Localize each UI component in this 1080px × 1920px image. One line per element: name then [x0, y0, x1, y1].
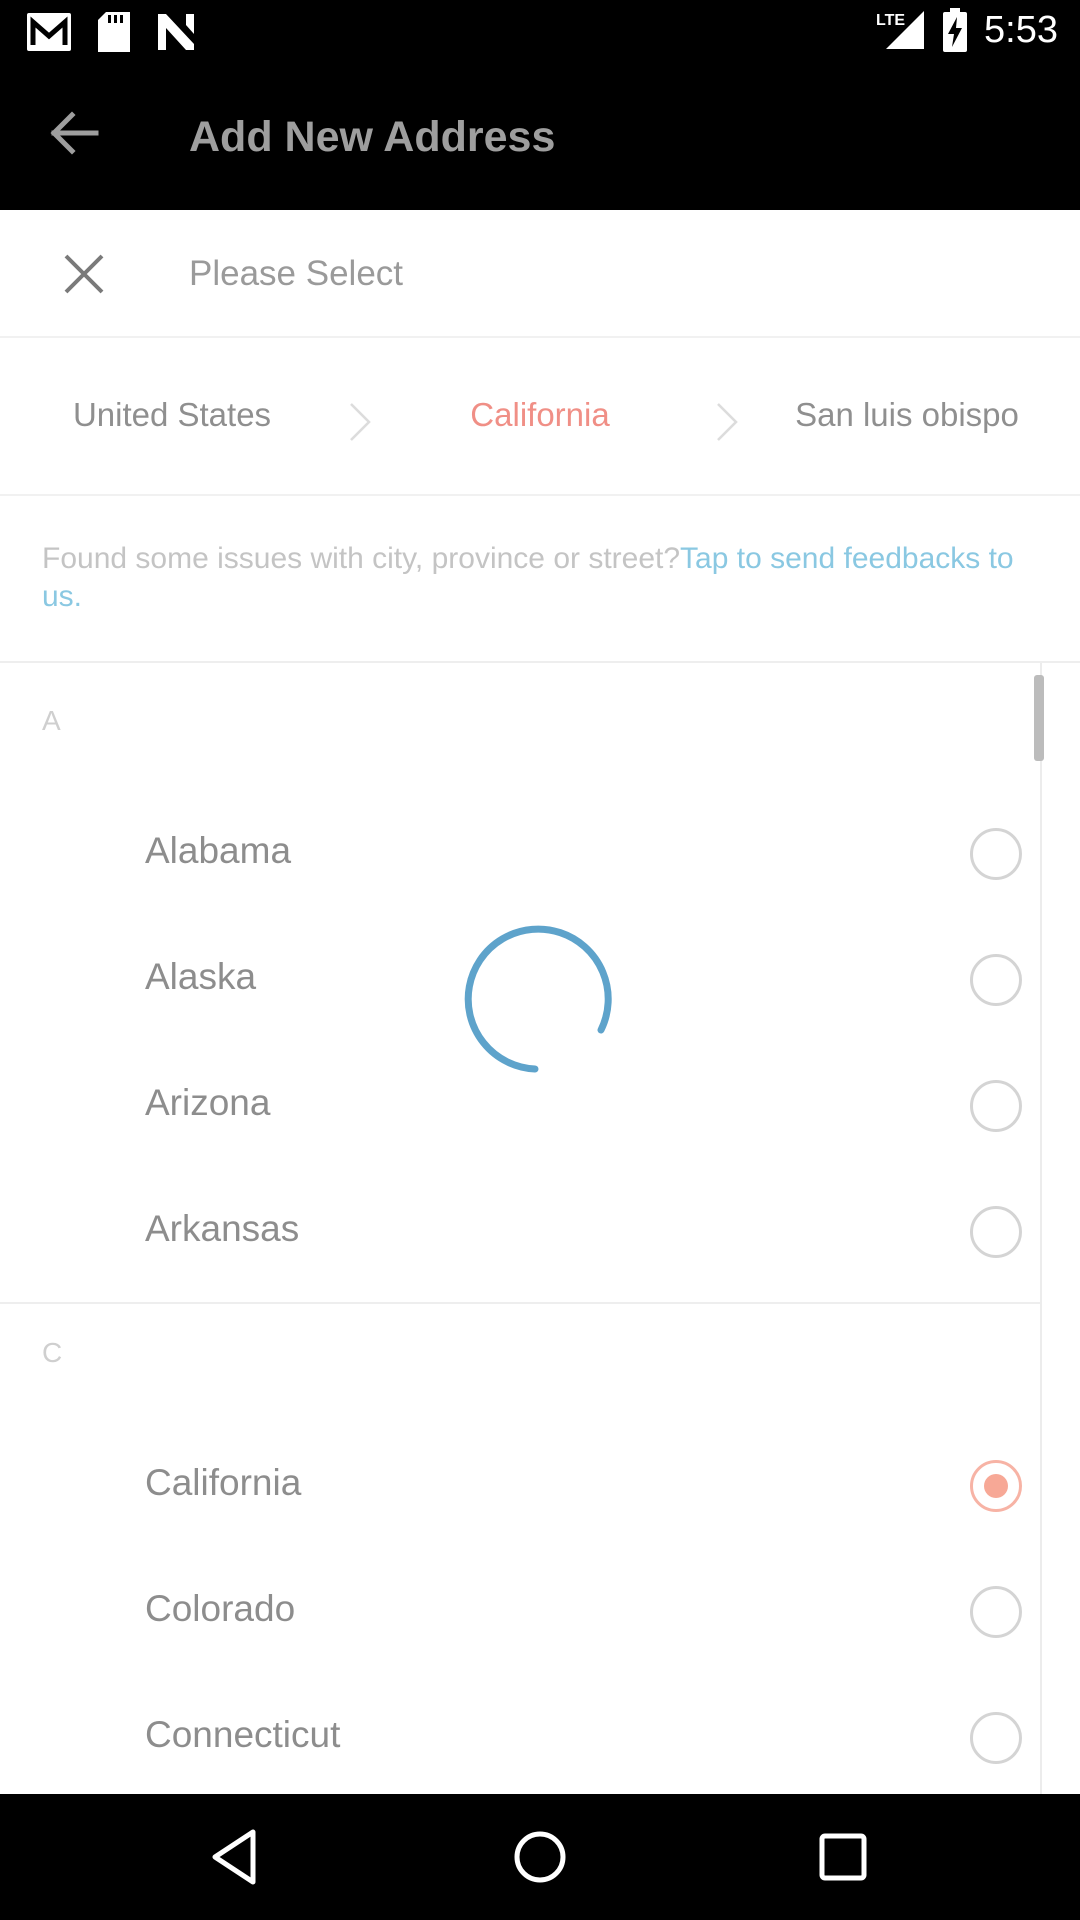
scrollbar-track [1040, 663, 1042, 1794]
list-item-label: Alabama [145, 830, 292, 871]
radio-button[interactable] [970, 1080, 1022, 1132]
sd-card-icon [98, 12, 130, 52]
list-item-alabama[interactable]: Alabama [0, 790, 1040, 916]
radio-button-selected[interactable] [970, 1460, 1022, 1512]
feedback-notice: Found some issues with city, province or… [42, 540, 1042, 616]
nav-home-icon[interactable] [507, 1824, 573, 1890]
list-item-arkansas[interactable]: Arkansas [0, 1168, 1040, 1294]
chevron-right-icon [717, 403, 738, 441]
sheet-title: Please Select [189, 254, 404, 293]
n-icon [158, 14, 194, 50]
sheet-header: Please Select [0, 210, 1080, 338]
radio-button[interactable] [970, 828, 1022, 880]
battery-charging-icon [943, 8, 968, 52]
scrollbar-thumb[interactable] [1034, 675, 1044, 761]
notification-icons [26, 12, 196, 52]
status-time: 5:53 [984, 8, 1058, 51]
radio-button[interactable] [970, 1206, 1022, 1258]
close-icon[interactable] [60, 250, 108, 298]
app-bar: Add New Address [0, 63, 1080, 210]
section-header-c: C [42, 1337, 63, 1368]
arrow-left-icon[interactable] [44, 103, 104, 163]
list-item-label: Arkansas [145, 1208, 300, 1249]
region-select-sheet: Please Select United States California S… [0, 210, 1080, 1794]
page-title: Add New Address [189, 113, 556, 161]
gmail-icon [27, 13, 71, 51]
list-item-label: California [145, 1462, 302, 1503]
radio-button[interactable] [970, 954, 1022, 1006]
system-nav-bar [0, 1794, 1080, 1920]
loading-spinner-icon [464, 925, 612, 1073]
radio-button[interactable] [970, 1586, 1022, 1638]
feedback-text: Found some issues with city, province or… [42, 542, 681, 575]
list-item-label: Connecticut [145, 1714, 341, 1755]
breadcrumb: United States California San luis obispo [0, 340, 1080, 496]
state-list[interactable]: A Alabama Alaska Arizona Arkansas C Cali… [0, 663, 1080, 1794]
list-item-label: Colorado [145, 1588, 296, 1629]
breadcrumb-state[interactable]: California [380, 396, 700, 434]
nav-back-icon[interactable] [205, 1824, 271, 1890]
list-item-connecticut[interactable]: Connecticut [0, 1674, 1040, 1794]
list-item-label: Arizona [145, 1082, 271, 1123]
section-divider [0, 1302, 1040, 1304]
chevron-right-icon [350, 403, 371, 441]
list-item-colorado[interactable]: Colorado [0, 1548, 1040, 1674]
breadcrumb-country[interactable]: United States [12, 396, 332, 434]
nav-recents-icon[interactable] [810, 1824, 876, 1890]
section-header-a: A [42, 705, 61, 736]
list-item-california[interactable]: California [0, 1422, 1040, 1548]
network-type-label: LTE [876, 12, 905, 29]
breadcrumb-city[interactable]: San luis obispo [747, 396, 1067, 434]
signal-icon: LTE [876, 11, 925, 49]
list-item-label: Alaska [145, 956, 257, 997]
system-icons: LTE 5:53 [876, 8, 1058, 52]
status-bar: LTE 5:53 [0, 0, 1080, 63]
radio-button[interactable] [970, 1712, 1022, 1764]
